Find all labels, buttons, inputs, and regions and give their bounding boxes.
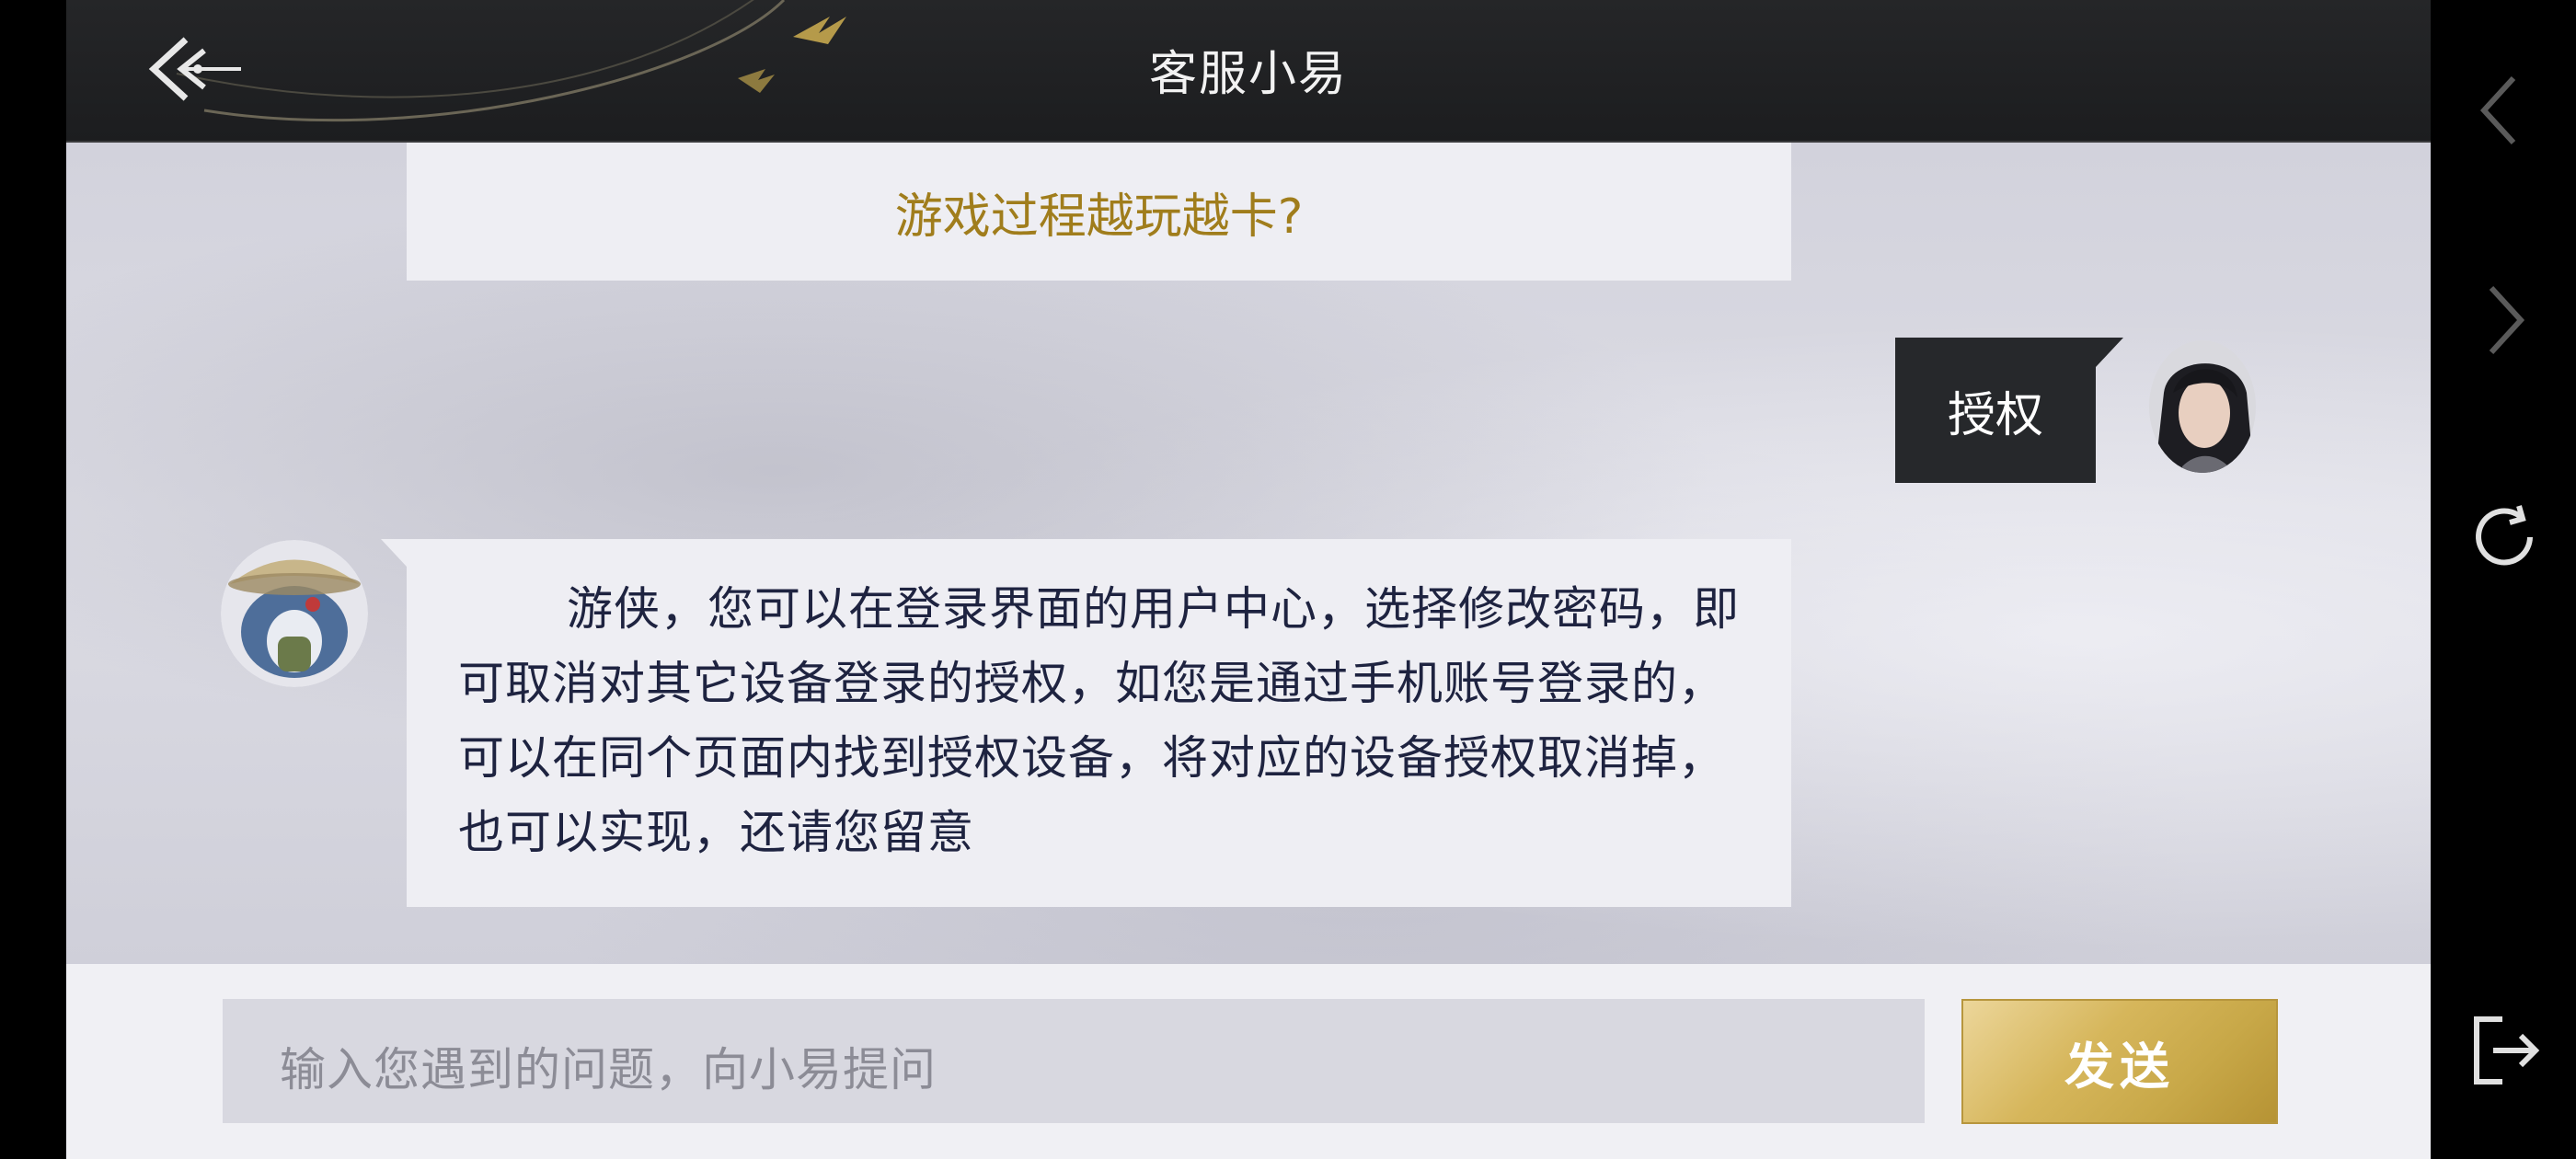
question-input[interactable]: 输入您遇到的问题，向小易提问 xyxy=(223,999,1925,1123)
question-option-text[interactable]: 游戏过程越玩越卡? xyxy=(895,178,1304,247)
input-placeholder: 输入您遇到的问题，向小易提问 xyxy=(280,1043,937,1096)
send-button-label: 发送 xyxy=(2064,1037,2175,1096)
exit-icon[interactable] xyxy=(2466,1012,2543,1089)
chat-screen: 客服小易 游戏过程越玩越卡? 授权 游侠，您可以在登录界面的用户中心，选择修改密… xyxy=(66,0,2431,1159)
chevron-right-icon[interactable] xyxy=(2480,283,2536,357)
chevron-left-icon[interactable] xyxy=(2475,74,2530,147)
user-message-bubble: 授权 xyxy=(1895,338,2123,483)
header-bar: 客服小易 xyxy=(66,0,2431,143)
bot-reply-text: 游侠，您可以在登录界面的用户中心，选择修改密码，即可取消对其它设备登录的授权，如… xyxy=(458,582,1740,859)
refresh-icon[interactable] xyxy=(2466,499,2543,576)
question-option-bubble[interactable]: 游戏过程越玩越卡? xyxy=(407,143,1791,281)
chat-area: 游戏过程越玩越卡? 授权 游侠，您可以在登录界面的用户中心，选择修改密码，即可取… xyxy=(66,143,2431,964)
page-title: 客服小易 xyxy=(1148,47,1348,102)
user-message-text: 授权 xyxy=(1947,387,2043,443)
user-avatar xyxy=(2149,340,2256,473)
send-button[interactable]: 发送 xyxy=(1961,999,2278,1124)
input-area: 输入您遇到的问题，向小易提问 发送 xyxy=(66,964,2431,1159)
bot-reply-bubble: 游侠，您可以在登录界面的用户中心，选择修改密码，即可取消对其它设备登录的授权，如… xyxy=(381,539,1791,907)
assistant-avatar xyxy=(221,540,368,687)
